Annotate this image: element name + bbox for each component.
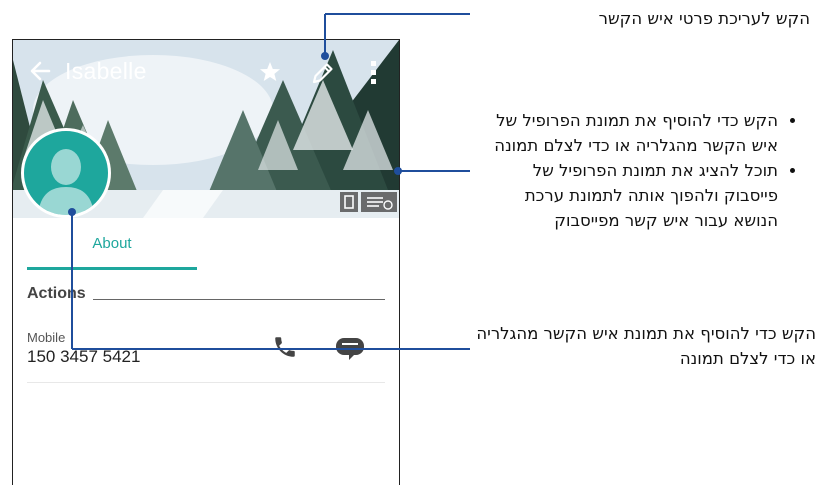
callout-header-image: הקש כדי להוסיף את תמונת הפרופיל של איש ה… — [480, 108, 800, 233]
mobile-label: Mobile — [27, 330, 66, 345]
contact-name-title: Isabelle — [65, 58, 147, 84]
contact-avatar[interactable] — [21, 128, 111, 218]
toolbar: Isabelle — [13, 40, 399, 104]
callout-header-item: הקש כדי להוסיף את תמונת הפרופיל של איש ה… — [480, 108, 778, 158]
person-silhouette-icon — [38, 149, 94, 215]
tab-active-indicator — [27, 267, 197, 270]
tab-about[interactable]: About — [27, 218, 197, 270]
tab-about-label: About — [92, 235, 132, 252]
photo-icon[interactable] — [340, 192, 358, 212]
phone-screen: Isabelle About Actions Mobile 150 3457 5… — [12, 39, 400, 485]
phone-icon[interactable] — [272, 334, 298, 365]
arrow-left-icon[interactable] — [29, 60, 51, 87]
pencil-icon[interactable] — [310, 60, 336, 91]
layout-list-icon[interactable] — [361, 192, 397, 212]
row-divider — [27, 382, 385, 383]
callout-edit: הקש לעריכת פרטי איש הקשר — [598, 9, 810, 28]
callout-avatar: הקש כדי להוסיף את תמונת איש הקשר מהגלריה… — [476, 324, 816, 368]
actions-section-title: Actions — [27, 285, 86, 302]
section-divider — [93, 299, 385, 300]
mobile-number[interactable]: 150 3457 5421 — [27, 347, 140, 367]
callout-header-item: תוכל להציג את תמונת הפרופיל של פייסבוק ו… — [480, 158, 778, 233]
more-vertical-icon[interactable] — [369, 60, 379, 91]
message-icon[interactable] — [335, 337, 365, 366]
star-icon[interactable] — [258, 60, 282, 89]
